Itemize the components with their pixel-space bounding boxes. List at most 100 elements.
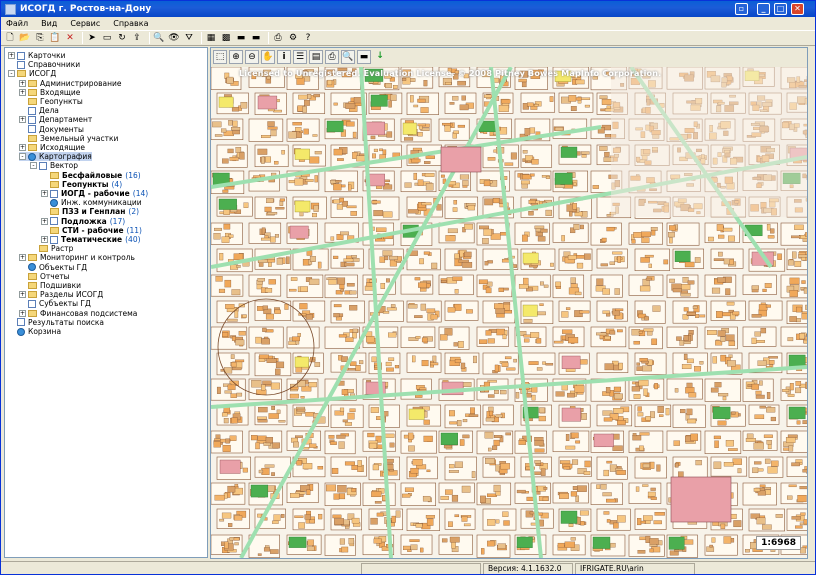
tree-item[interactable]: - Картография — [19, 152, 92, 162]
building — [782, 389, 790, 392]
search-icon[interactable]: 🔍 — [153, 32, 165, 44]
help-icon[interactable]: ? — [302, 32, 314, 44]
tree-item[interactable]: + Департамент — [19, 115, 92, 124]
menu-file[interactable]: Файл — [4, 19, 30, 28]
expand-icon[interactable]: + — [19, 291, 26, 299]
info-icon[interactable]: i — [277, 50, 291, 64]
zoom-in-icon[interactable]: ⊕ — [229, 50, 243, 64]
tree-item[interactable]: СТИ - рабочие (11) — [41, 226, 142, 235]
tree-item[interactable]: + Мониторинг и контроль — [19, 253, 135, 262]
paste-icon[interactable]: 📋 — [49, 32, 61, 44]
map-canvas[interactable]: Licensed to Unregistered. Evaluation Lic… — [211, 67, 807, 558]
open-folder-icon[interactable]: 📂 — [19, 32, 31, 44]
expand-icon[interactable]: + — [19, 79, 26, 87]
new-icon[interactable]: 🗋 — [4, 32, 16, 44]
binoculars-icon[interactable]: 👁 — [168, 32, 180, 44]
building — [454, 359, 462, 363]
print-map-icon[interactable]: ⎙ — [325, 50, 339, 64]
layers-icon[interactable]: ☰ — [293, 50, 307, 64]
menu-help[interactable]: Справка — [111, 19, 150, 28]
park-area — [288, 536, 307, 548]
building — [803, 339, 807, 344]
tree-item[interactable]: Документы — [19, 125, 84, 134]
grid-icon[interactable]: ▩ — [220, 32, 232, 44]
tree-item[interactable]: ПЗЗ и Генплан (2) — [41, 207, 139, 216]
tree-item[interactable]: + Разделы ИСОГД — [19, 290, 103, 299]
settings-icon[interactable]: ⚙ — [287, 32, 299, 44]
filter-icon[interactable]: ⛛ — [183, 32, 195, 44]
building — [683, 307, 689, 312]
tree-item[interactable]: Геопункты — [19, 97, 83, 106]
pan-hand-icon[interactable]: ✋ — [261, 50, 275, 64]
expand-icon[interactable]: + — [19, 116, 26, 124]
download-arrow-icon[interactable]: ↓ — [373, 50, 387, 64]
tree-item[interactable]: - ИСОГД — [8, 69, 56, 78]
minimize-button[interactable]: _ — [757, 3, 770, 15]
refresh-icon[interactable]: ↻ — [116, 32, 128, 44]
tree-item[interactable]: Объекты ГД — [19, 263, 87, 272]
tree-item[interactable]: + Тематические (40) — [41, 235, 141, 244]
tree-item[interactable]: + Администрирование — [19, 79, 122, 88]
tree-item[interactable]: + Исходящие — [19, 143, 85, 152]
tree-item[interactable]: - Вектор — [30, 161, 78, 170]
print-icon[interactable]: ⎙ — [272, 32, 284, 44]
tree-item[interactable]: Геопункты (4) — [41, 180, 122, 189]
tree-item[interactable]: Растр — [30, 244, 73, 253]
tree-item[interactable]: + Карточки — [8, 51, 65, 60]
tree-item[interactable]: + ИОГД - рабочие (14) — [41, 189, 148, 198]
title-bar[interactable]: ИСОГД г. Ростов-на-Дону ▫ _ □ ✕ — [1, 1, 815, 17]
maximize-button[interactable]: □ — [774, 3, 787, 15]
tree-item[interactable]: Субъекты ГД — [19, 299, 91, 308]
export-icon[interactable]: ⇪ — [131, 32, 143, 44]
building — [518, 440, 527, 445]
tree-item[interactable]: Бесфайловые (16) — [41, 171, 141, 180]
expand-icon[interactable]: + — [19, 88, 26, 96]
tree-item[interactable]: Дела — [19, 106, 59, 115]
delete-icon[interactable]: ✕ — [64, 32, 76, 44]
tree-item[interactable]: Корзина — [8, 327, 61, 336]
search-map-icon[interactable]: 🔍 — [341, 50, 355, 64]
zoom-extent-icon[interactable]: ⬚ — [213, 50, 227, 64]
collapse-icon[interactable]: - — [19, 153, 26, 161]
tree-item[interactable]: Справочники — [8, 60, 80, 69]
extra-button[interactable]: ▫ — [735, 3, 748, 15]
tree-item[interactable]: + Подложка (17) — [41, 217, 125, 226]
panel-icon[interactable]: ▬ — [235, 32, 247, 44]
yellow-parcel — [294, 200, 311, 213]
building — [805, 232, 807, 237]
expand-icon[interactable]: + — [19, 254, 26, 262]
expand-icon[interactable]: + — [19, 144, 26, 151]
tree-item[interactable]: Земельный участки — [19, 134, 118, 143]
building — [562, 329, 573, 334]
menu-view[interactable]: Вид — [39, 19, 59, 28]
expand-icon[interactable]: + — [41, 236, 48, 243]
zoom-out-icon[interactable]: ⊖ — [245, 50, 259, 64]
city-map[interactable] — [211, 67, 807, 558]
copy-icon[interactable]: ⎘ — [34, 32, 46, 44]
collapse-icon[interactable]: - — [30, 162, 37, 170]
window-icon[interactable]: ▭ — [101, 32, 113, 44]
building — [613, 408, 624, 414]
menu-service[interactable]: Сервис — [68, 19, 102, 28]
tree-item[interactable]: Подшивки — [19, 281, 81, 290]
tree-item[interactable]: + Финансовая подсистема — [19, 309, 137, 318]
ruler-icon[interactable]: ▬ — [357, 50, 371, 64]
expand-icon[interactable]: + — [19, 309, 26, 317]
tree-item[interactable]: Результаты поиска — [8, 318, 104, 327]
tree-item[interactable]: Инж. коммуникации — [41, 198, 142, 207]
expand-icon[interactable]: + — [8, 52, 15, 59]
building — [767, 235, 775, 239]
building — [348, 184, 352, 191]
panel-icon[interactable]: ▬ — [250, 32, 262, 44]
layout-icon[interactable]: ▦ — [205, 32, 217, 44]
legend-icon[interactable]: ▤ — [309, 50, 323, 64]
building — [344, 262, 355, 267]
expand-icon[interactable]: + — [41, 217, 48, 225]
building — [617, 420, 626, 425]
expand-icon[interactable]: + — [41, 190, 48, 197]
arrow-icon[interactable]: ➤ — [86, 32, 98, 44]
tree-item[interactable]: + Входящие — [19, 88, 80, 97]
collapse-icon[interactable]: - — [8, 70, 15, 78]
close-button[interactable]: ✕ — [791, 3, 804, 15]
tree-item[interactable]: Отчеты — [19, 272, 70, 281]
